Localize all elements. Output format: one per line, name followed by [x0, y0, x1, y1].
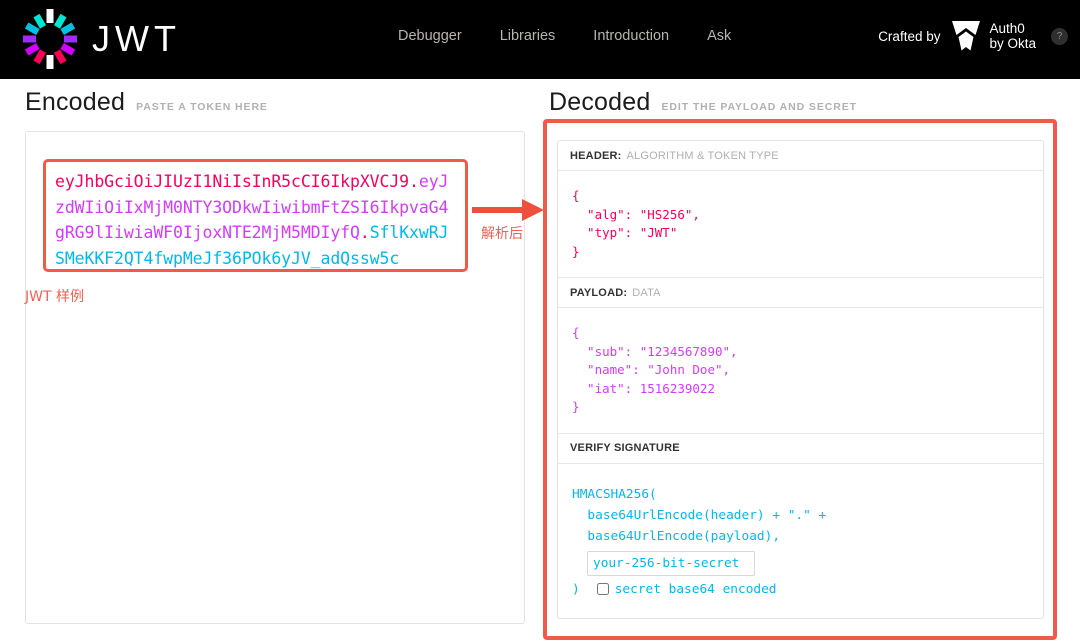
header-label-value: ALGORITHM & TOKEN TYPE — [626, 149, 779, 162]
jwt-burst-logo-icon — [22, 9, 78, 69]
auth0-name: Auth0 — [989, 21, 1025, 36]
decoded-subtitle: EDIT THE PAYLOAD AND SECRET — [661, 101, 857, 113]
encoded-token-text[interactable]: eyJhbGciOiJIUzI1NiIsInR5cCI6IkpXVCJ9.eyJ… — [55, 169, 457, 271]
auth0-shield-icon — [951, 20, 981, 52]
help-icon[interactable]: ? — [1051, 27, 1068, 45]
token-separator-2: . — [359, 223, 370, 242]
encoded-subtitle: PASTE A TOKEN HERE — [136, 101, 268, 113]
decoded-column: Decoded EDIT THE PAYLOAD AND SECRET — [549, 88, 1057, 122]
header-json-editor[interactable]: { "alg": "HS256", "typ": "JWT" } — [558, 171, 1043, 277]
logo-wordmark: JWT — [92, 18, 181, 59]
header-section-label: HEADER: ALGORITHM & TOKEN TYPE — [558, 141, 1043, 171]
decoded-title: Decoded — [549, 88, 651, 116]
jwt-example-annotation: JWT 样例 — [25, 289, 84, 305]
encoded-title: Encoded — [25, 88, 126, 116]
auth0-logo-link[interactable]: Auth0 by Okta — [951, 20, 1036, 52]
closing-paren: ) — [572, 581, 580, 597]
crafted-by-block: Crafted by Auth0 by Okta ? — [878, 20, 1068, 52]
nav-item-debugger[interactable]: Debugger — [398, 26, 462, 46]
parse-arrow-annotation: 解析后 — [472, 196, 548, 242]
auth0-wordmark: Auth0 by Okta — [989, 21, 1036, 51]
signature-line-1: HMACSHA256( — [572, 486, 657, 502]
top-navigation-bar: JWT Debugger Libraries Introduction Ask … — [0, 0, 1080, 79]
payload-section-label: PAYLOAD: DATA — [558, 278, 1043, 308]
parse-arrow-label: 解析后 — [481, 226, 523, 242]
nav-item-introduction[interactable]: Introduction — [593, 26, 669, 46]
signature-line-3: base64UrlEncode(payload), — [572, 528, 781, 544]
auth0-byline: by Okta — [989, 36, 1036, 51]
signature-line-2: base64UrlEncode(header) + "." + — [572, 507, 827, 523]
secret-input[interactable] — [587, 550, 755, 576]
payload-json-editor[interactable]: { "sub": "1234567890", "name": "John Doe… — [558, 308, 1043, 433]
token-header-part: eyJhbGciOiJIUzI1NiIsInR5cCI6IkpXVCJ9 — [55, 172, 410, 191]
crafted-by-label: Crafted by — [878, 28, 941, 44]
signature-footer-row: ) secret base64 encoded — [572, 579, 1043, 600]
decoded-section-header: Decoded EDIT THE PAYLOAD AND SECRET — [549, 88, 1057, 122]
brand-logo[interactable]: JWT — [22, 9, 181, 69]
decoded-panel: HEADER: ALGORITHM & TOKEN TYPE { "alg": … — [557, 140, 1044, 619]
signature-editor: HMACSHA256( base64UrlEncode(header) + ".… — [558, 464, 1043, 610]
right-arrow-icon — [472, 199, 544, 221]
header-label-key: HEADER: — [570, 149, 622, 162]
encoded-column: Encoded PASTE A TOKEN HERE — [25, 88, 525, 122]
payload-label-key: PAYLOAD: — [570, 286, 628, 299]
secret-base64-checkbox[interactable] — [596, 583, 609, 595]
token-annotation-box: eyJhbGciOiJIUzI1NiIsInR5cCI6IkpXVCJ9.eyJ… — [43, 159, 468, 272]
main-nav: Debugger Libraries Introduction Ask — [398, 26, 731, 46]
signature-label: VERIFY SIGNATURE — [570, 442, 680, 454]
signature-section-label: VERIFY SIGNATURE — [558, 433, 1043, 464]
payload-label-value: DATA — [632, 286, 661, 299]
nav-item-libraries[interactable]: Libraries — [500, 26, 556, 46]
nav-item-ask[interactable]: Ask — [707, 26, 731, 46]
secret-base64-label: secret base64 encoded — [614, 581, 777, 597]
token-separator-1: . — [409, 172, 419, 191]
encoded-section-header: Encoded PASTE A TOKEN HERE — [25, 88, 525, 122]
encoded-token-panel[interactable]: eyJhbGciOiJIUzI1NiIsInR5cCI6IkpXVCJ9.eyJ… — [25, 131, 525, 624]
